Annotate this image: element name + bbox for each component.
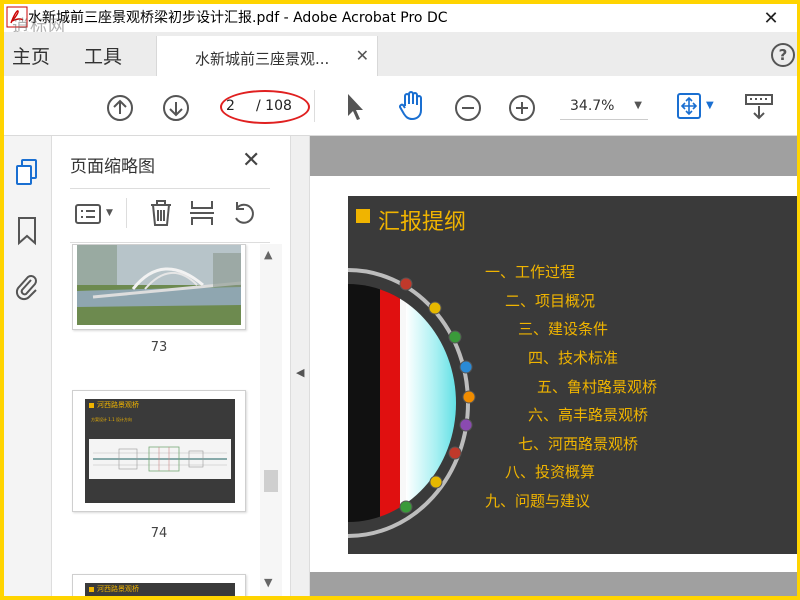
fit-page-icon[interactable]	[676, 92, 702, 120]
thumbnails-panel: 页面缩略图 ✕ ▼ 73 河西路景观桥 方案设计 1.1 设计方向 74 河西路…	[52, 136, 290, 596]
highlight-oval	[220, 90, 310, 124]
outline-item: 八、投资概算	[505, 463, 596, 481]
slide-thumbnail: 河西路景观桥	[85, 583, 235, 596]
thumbnail-page-75[interactable]: 河西路景观桥	[72, 574, 246, 596]
thumbnail-options-icon[interactable]	[74, 202, 104, 226]
tab-tools[interactable]: 工具	[84, 42, 122, 69]
thumbnail-scrollbar[interactable]: ▲ ▼	[260, 244, 282, 596]
slide-thumbnail: 河西路景观桥 方案设计 1.1 设计方向	[85, 399, 235, 503]
outline-item: 九、问题与建议	[485, 492, 591, 510]
title-bar: 水新城前三座景观桥梁初步设计汇报.pdf - Adobe Acrobat Pro…	[4, 4, 797, 32]
options-dropdown-icon[interactable]: ▼	[106, 208, 113, 218]
select-tool-icon[interactable]	[344, 92, 366, 122]
panel-divider	[70, 188, 270, 189]
main-toolbar: 2 / 108 34.7% ▼ ▼	[4, 76, 797, 136]
zoom-value: 34.7%	[570, 98, 615, 114]
thumbnail-slide-title: 河西路景观桥	[97, 401, 139, 409]
window-close-button[interactable]: ✕	[749, 4, 793, 32]
panel-title: 页面缩略图	[70, 157, 155, 177]
window-title: 水新城前三座景观桥梁初步设计汇报.pdf - Adobe Acrobat Pro…	[28, 10, 448, 26]
outline-item: 二、项目概况	[505, 292, 596, 310]
bridge-plan-drawing	[89, 439, 231, 479]
scrollbar-thumb[interactable]	[264, 470, 278, 492]
outline-item: 一、工作过程	[485, 263, 576, 281]
bullet-square	[89, 587, 94, 592]
document-view[interactable]: 汇报提纲 一、工作过程 二、项目概况 三、建设条件 四、技术标准 五、鲁村路景观…	[310, 136, 797, 596]
chevron-down-icon: ▼	[634, 100, 642, 111]
extract-pages-icon[interactable]	[188, 198, 216, 228]
page-thumbnails-icon[interactable]	[14, 158, 40, 188]
scroll-down-icon[interactable]: ▼	[264, 576, 272, 589]
slide-outline: 汇报提纲 一、工作过程 二、项目概况 三、建设条件 四、技术标准 五、鲁村路景观…	[348, 196, 797, 554]
thumbnail-page-number: 74	[150, 526, 168, 541]
thumbnail-page-number: 73	[150, 340, 168, 355]
delete-page-icon[interactable]	[148, 198, 174, 228]
fit-dropdown-icon[interactable]: ▼	[706, 100, 714, 111]
tab-home[interactable]: 主页	[12, 42, 50, 69]
zoom-select[interactable]: 34.7% ▼	[560, 90, 648, 120]
zoom-out-icon[interactable]	[454, 94, 482, 122]
scroll-up-icon[interactable]: ▲	[264, 248, 272, 261]
toolbar-divider	[314, 90, 315, 122]
outline-item: 五、鲁村路景观桥	[537, 378, 658, 396]
thumbnail-page-74[interactable]: 河西路景观桥 方案设计 1.1 设计方向	[72, 390, 246, 512]
zoom-in-icon[interactable]	[508, 94, 536, 122]
pdf-page: 汇报提纲 一、工作过程 二、项目概况 三、建设条件 四、技术标准 五、鲁村路景观…	[310, 176, 797, 572]
thumbnail-page-73[interactable]	[72, 244, 246, 330]
previous-page-icon[interactable]	[106, 94, 134, 122]
panel-divider	[70, 242, 270, 243]
panel-close-icon[interactable]: ✕	[242, 148, 260, 173]
outline-item: 三、建设条件	[518, 320, 609, 338]
outline-item: 六、高丰路景观桥	[528, 406, 649, 424]
scroll-mode-icon[interactable]	[744, 92, 774, 122]
tab-bar: 主页 工具 水新城前三座景观... ✕ ?	[4, 32, 797, 76]
help-button[interactable]: ?	[771, 43, 795, 67]
bridge-render-image	[73, 245, 245, 329]
bookmarks-icon[interactable]	[16, 216, 38, 246]
outline-item: 七、河西路景观桥	[518, 435, 639, 453]
thumbnail-list: 73 河西路景观桥 方案设计 1.1 设计方向 74 河西路景观桥	[52, 244, 290, 596]
document-tab-label: 水新城前三座景观...	[195, 50, 330, 68]
outline-item: 四、技术标准	[528, 349, 619, 367]
document-tab-close-icon[interactable]: ✕	[356, 46, 369, 65]
thumbnail-slide-title: 河西路景观桥	[97, 585, 139, 593]
tab-document[interactable]: 水新城前三座景观... ✕	[156, 36, 378, 76]
next-page-icon[interactable]	[162, 94, 190, 122]
attachments-icon[interactable]	[14, 272, 40, 302]
acrobat-window: 水新城前三座景观桥梁初步设计汇报.pdf - Adobe Acrobat Pro…	[4, 4, 797, 596]
panel-collapse-strip[interactable]: ◀	[290, 136, 310, 596]
collapse-left-icon[interactable]: ◀	[296, 366, 304, 379]
rotate-page-icon[interactable]	[230, 198, 258, 228]
toolbar-divider	[126, 198, 127, 228]
left-navigation-rail	[4, 136, 52, 596]
hand-tool-icon[interactable]	[396, 90, 428, 122]
thumbnail-slide-body: 方案设计 1.1 设计方向	[91, 417, 132, 422]
bullet-square	[89, 403, 94, 408]
